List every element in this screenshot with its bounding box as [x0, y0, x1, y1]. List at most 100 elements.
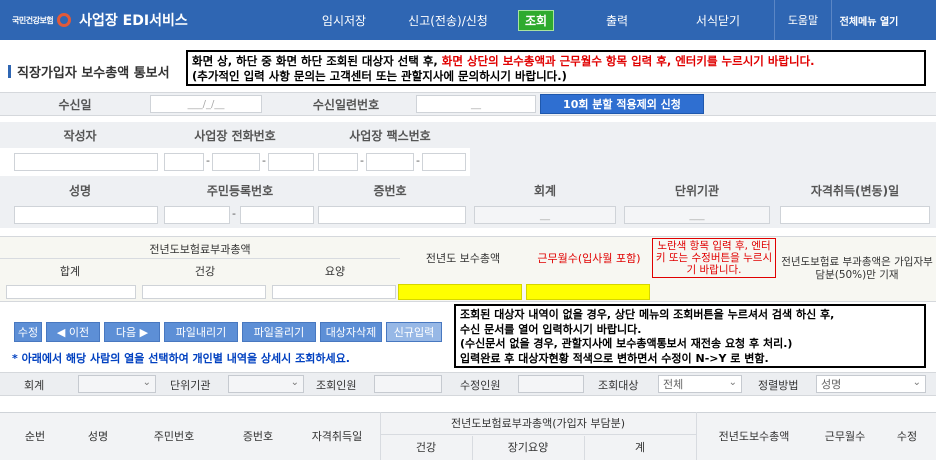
unit-label: 단위기관 [674, 183, 720, 198]
search-account-label: 회계 [24, 379, 45, 392]
work-months-input[interactable] [526, 284, 650, 300]
col-health: 건강 [415, 441, 437, 454]
work-months-label: 근무월수(입사월 포함) [537, 252, 641, 265]
inquired-count-label: 조회인원 [316, 379, 357, 392]
next-button[interactable]: 다음 ▶ [104, 322, 160, 342]
account-field: __ [474, 206, 616, 224]
bottom-notice: 조회된 대상자 내역이 없을 경우, 상단 메뉴의 조회버튼을 누르셔서 검색 … [454, 304, 926, 368]
premium-health-field[interactable] [142, 285, 266, 299]
premium-header-line [0, 258, 400, 259]
phone-part1[interactable] [164, 153, 204, 171]
unit-field: ___ [624, 206, 770, 224]
nav-help[interactable]: 도움말 [775, 0, 831, 40]
sort-select[interactable]: 성명 ⌄ [816, 375, 926, 393]
search-account-select[interactable]: ⌄ [78, 375, 156, 393]
sort-label: 정렬방법 [758, 379, 799, 392]
premium-care-label: 요양 [324, 265, 346, 278]
card-number-field[interactable] [318, 206, 466, 224]
app-title: 사업장 EDI서비스 [79, 13, 188, 29]
phone-part2[interactable] [212, 153, 260, 171]
phone-dash-1: - [206, 154, 210, 167]
col-name: 성명 [87, 430, 109, 443]
premium-care-field[interactable] [272, 285, 396, 299]
top-menu-bar: 국민건강보험 사업장 EDI서비스 임시저장 신고(전송)/신청 조회 출력 서… [0, 0, 936, 40]
business-fax-label: 사업장 팩스번호 [349, 128, 431, 143]
col-divider [584, 436, 585, 460]
list-header-subline [380, 434, 696, 435]
col-sum: 계 [634, 441, 646, 454]
edit-button[interactable]: 수정 [14, 322, 42, 342]
yellow-input-note: 노란색 항목 입력 후, 엔터키 또는 수정버튼을 누르시기 바랍니다. [652, 238, 776, 278]
inquired-count-field [374, 375, 442, 393]
author-label: 작성자 [63, 128, 97, 143]
delete-target-button[interactable]: 대상자삭제 [320, 322, 382, 342]
main-nav: 임시저장 신고(전송)/신청 조회 출력 서식닫기 도움말 전체메뉴 열기 [292, 0, 906, 40]
name-field[interactable] [14, 206, 158, 224]
rrn-back-field[interactable] [240, 206, 314, 224]
modified-count-field [518, 375, 584, 393]
title-bar-marker [8, 65, 11, 78]
nav-print[interactable]: 출력 [572, 0, 662, 40]
exclude-installment-button[interactable]: 10회 분할 적용제외 신청 [540, 94, 704, 114]
fax-part1[interactable] [318, 153, 358, 171]
fax-part2[interactable] [366, 153, 414, 171]
premium-total-label: 합계 [59, 265, 81, 278]
col-divider [472, 436, 473, 460]
prev-button[interactable]: ◀ 이전 [46, 322, 100, 342]
author-field[interactable] [14, 153, 158, 171]
col-divider [380, 412, 381, 460]
receipt-serial-label: 수신일련번호 [312, 97, 380, 112]
annual-pay-label: 전년도 보수총액 [425, 252, 501, 265]
annual-pay-input[interactable] [398, 284, 522, 300]
nhis-logo: 국민건강보험 [12, 13, 75, 27]
account-label: 회계 [533, 183, 557, 198]
nav-close-form[interactable]: 서식닫기 [662, 0, 774, 40]
col-card-number: 증번호 [242, 430, 274, 443]
chevron-down-icon: ⌄ [290, 377, 299, 388]
receipt-serial-field[interactable]: __ [416, 95, 536, 113]
prior-premium-group-label: 전년도보험료부과총액 [149, 243, 251, 256]
acquire-date-field[interactable] [780, 206, 930, 224]
phone-part3[interactable] [268, 153, 314, 171]
col-rrn: 주민번호 [153, 430, 195, 443]
brand: 국민건강보험 사업장 EDI서비스 [0, 0, 292, 40]
file-upload-button[interactable]: 파일올리기 [242, 322, 316, 342]
search-unit-select[interactable]: ⌄ [228, 375, 304, 393]
col-annual-pay: 전년도보수총액 [718, 430, 790, 443]
name-label: 성명 [68, 183, 92, 198]
business-phone-label: 사업장 전화번호 [194, 128, 276, 143]
half-share-note: 전년도보험료 부과총액은 가입자부담분(50%)만 기재 [781, 256, 933, 281]
search-unit-label: 단위기관 [170, 379, 211, 392]
receipt-date-field[interactable]: ___/_/__ [150, 95, 262, 113]
fax-dash-1: - [360, 154, 364, 167]
rrn-dash: - [232, 207, 236, 220]
modified-count-label: 수정인원 [460, 379, 501, 392]
phone-dash-2: - [262, 154, 266, 167]
card-number-label: 증번호 [373, 183, 407, 198]
chevron-down-icon: ⌄ [912, 377, 921, 388]
col-edit: 수정 [896, 430, 918, 443]
col-work-months: 근무월수 [824, 430, 866, 443]
logo-mark-icon [57, 13, 72, 27]
rrn-label: 주민등록번호 [206, 183, 274, 198]
col-prior-premium-group: 전년도보험료부과총액(가입자 부담분) [451, 417, 625, 430]
rrn-front-field[interactable] [164, 206, 230, 224]
fax-dash-2: - [416, 154, 420, 167]
target-label: 조회대상 [598, 379, 639, 392]
col-no: 순번 [24, 430, 46, 443]
page-title: 직장가입자 보수총액 통보서 [8, 62, 170, 81]
row-select-tip: * 아래에서 해당 사람의 열을 선택하여 개인별 내역을 상세시 조회하세요. [12, 352, 350, 365]
target-select[interactable]: 전체 ⌄ [658, 375, 742, 393]
receipt-date-label: 수신일 [58, 97, 92, 112]
nav-open-all-menu[interactable]: 전체메뉴 열기 [832, 0, 906, 40]
fax-part3[interactable] [422, 153, 466, 171]
nav-temp-save[interactable]: 임시저장 [292, 0, 396, 40]
new-entry-button[interactable]: 신규입력 [386, 322, 442, 342]
file-download-button[interactable]: 파일내리기 [164, 322, 238, 342]
nav-submit[interactable]: 신고(전송)/신청 [396, 0, 500, 40]
premium-total-field [6, 285, 136, 299]
col-acquire-date: 자격취득일 [311, 430, 363, 443]
top-notice: 화면 상, 하단 중 화면 하단 조회된 대상자 선택 후, 화면 상단의 보수… [186, 50, 926, 86]
nav-inquiry[interactable]: 조회 [500, 0, 572, 40]
col-divider [696, 412, 697, 460]
